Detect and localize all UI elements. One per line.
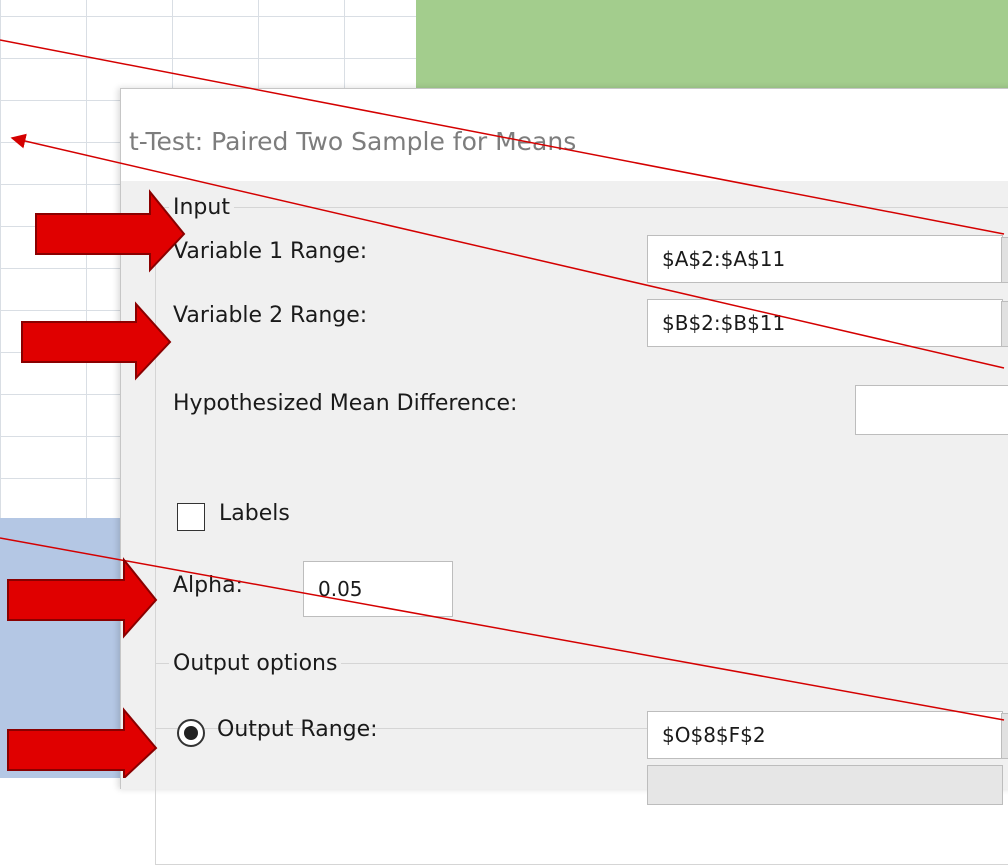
dialog-title: t-Test: Paired Two Sample for Means <box>129 127 577 156</box>
variable2-label: Variable 2 Range: <box>173 303 368 328</box>
input-group-label: Input <box>169 195 234 220</box>
dialog-titlebar: t-Test: Paired Two Sample for Means <box>121 89 1008 181</box>
labels-checkbox[interactable] <box>177 503 205 531</box>
green-highlight-box <box>416 0 1008 88</box>
labels-checkbox-label[interactable]: Labels <box>219 501 290 526</box>
ttest-dialog: t-Test: Paired Two Sample for Means Inpu… <box>120 88 1008 865</box>
variable2-collapse-button[interactable] <box>1001 301 1008 347</box>
alpha-input[interactable]: 0.05 <box>303 561 453 617</box>
variable1-collapse-button[interactable] <box>1001 237 1008 283</box>
output-options-group <box>155 663 1008 865</box>
variable2-range-input[interactable]: $B$2:$B$11 <box>647 299 1003 347</box>
output-range-label[interactable]: Output Range: <box>217 717 378 742</box>
hypothesized-mean-label: Hypothesized Mean Difference: <box>173 391 518 416</box>
variable1-label: Variable 1 Range: <box>173 239 368 264</box>
alpha-label: Alpha: <box>173 573 243 598</box>
output-range-input[interactable]: $O$8$F$2 <box>647 711 1003 759</box>
hypothesized-mean-input[interactable] <box>855 385 1008 435</box>
variable1-range-input[interactable]: $A$2:$A$11 <box>647 235 1003 283</box>
blue-highlight-box <box>0 518 124 778</box>
output-options-label: Output options <box>169 651 342 676</box>
disabled-range-input <box>647 765 1003 805</box>
output-range-collapse-button[interactable] <box>1001 713 1008 759</box>
output-range-radio[interactable] <box>177 719 205 747</box>
